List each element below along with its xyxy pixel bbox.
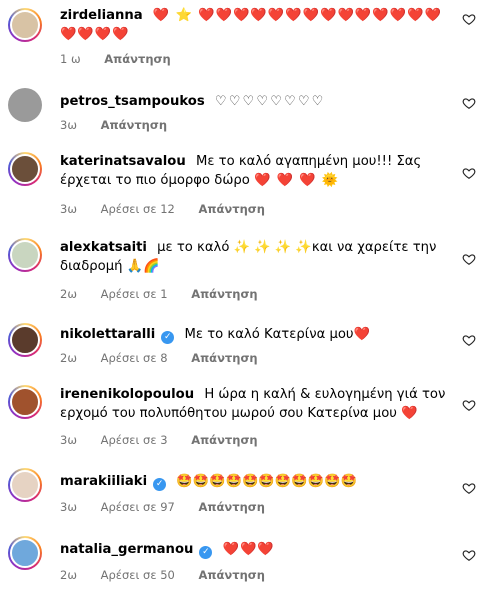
timestamp: 3ω [60, 202, 77, 216]
heart-like-icon[interactable] [462, 252, 476, 266]
verified-badge-icon: ✓ [161, 331, 175, 344]
avatar[interactable] [8, 536, 42, 570]
heart-like-icon[interactable] [462, 166, 476, 180]
username[interactable]: marakiiliaki [60, 474, 147, 489]
username[interactable]: zirdelianna [60, 8, 143, 23]
avatar[interactable] [8, 88, 42, 122]
comment-emoji: 🙏🌈 [126, 259, 160, 274]
timestamp: 2ω [60, 568, 77, 582]
reply-button[interactable]: Απάντηση [104, 52, 170, 66]
likes-count[interactable]: Αρέσει σε 8 [101, 351, 168, 365]
verified-badge-icon: ✓ [153, 478, 167, 491]
avatar[interactable] [8, 385, 42, 419]
heart-like-icon[interactable] [462, 548, 476, 562]
likes-count[interactable]: Αρέσει σε 3 [101, 433, 168, 447]
comment-text: 🤩🤩🤩🤩🤩🤩🤩🤩🤩🤩🤩 [176, 474, 357, 489]
timestamp: 2ω [60, 351, 77, 365]
username[interactable]: alexkatsaiti [60, 240, 147, 255]
username[interactable]: irenenikolopoulou [60, 387, 194, 402]
timestamp: 2ω [60, 287, 77, 301]
timestamp: 1 ω [60, 52, 81, 66]
reply-button[interactable]: Απάντηση [191, 287, 257, 301]
comments-list: zirdelianna ❤️ ⭐ ❤️❤️❤️❤️❤️❤️❤️❤️❤️❤️❤️❤… [0, 0, 486, 600]
username[interactable]: nikolettaralli [60, 327, 155, 342]
avatar[interactable] [8, 152, 42, 186]
likes-count[interactable]: Αρέσει σε 12 [101, 202, 175, 216]
reply-button[interactable]: Απάντηση [101, 118, 167, 132]
reply-button[interactable]: Απάντηση [191, 351, 257, 365]
likes-count[interactable]: Αρέσει σε 1 [101, 287, 168, 301]
avatar[interactable] [8, 238, 42, 272]
reply-button[interactable]: Απάντηση [199, 202, 265, 216]
timestamp: 3ω [60, 433, 77, 447]
username[interactable]: katerinatsavalou [60, 154, 186, 169]
comment-text: Με το καλό Κατερίνα μου [184, 327, 354, 342]
timestamp: 3ω [60, 500, 77, 514]
likes-count[interactable]: Αρέσει σε 50 [101, 568, 175, 582]
timestamp: 3ω [60, 118, 77, 132]
comment-text: ❤️❤️❤️ [222, 542, 275, 557]
heart-like-icon[interactable] [462, 398, 476, 412]
avatar[interactable] [8, 8, 42, 42]
avatar[interactable] [8, 323, 42, 357]
comment-emoji: ❤️ [401, 406, 419, 421]
heart-like-icon[interactable] [462, 12, 476, 26]
avatar[interactable] [8, 468, 42, 502]
heart-like-icon[interactable] [462, 96, 476, 110]
reply-button[interactable]: Απάντηση [199, 568, 265, 582]
heart-like-icon[interactable] [462, 481, 476, 495]
comment-emoji: ❤️ ❤️ ❤️ 🌞 [254, 173, 340, 188]
username[interactable]: natalia_germanou [60, 542, 193, 557]
verified-badge-icon: ✓ [199, 546, 213, 559]
reply-button[interactable]: Απάντηση [199, 500, 265, 514]
reply-button[interactable]: Απάντηση [191, 433, 257, 447]
username[interactable]: petros_tsampoukos [60, 94, 205, 109]
comment-emoji: ❤️ [353, 327, 371, 342]
likes-count[interactable]: Αρέσει σε 97 [101, 500, 175, 514]
heart-like-icon[interactable] [462, 333, 476, 347]
comment-text: ♡♡♡♡♡♡♡♡ [214, 94, 326, 109]
